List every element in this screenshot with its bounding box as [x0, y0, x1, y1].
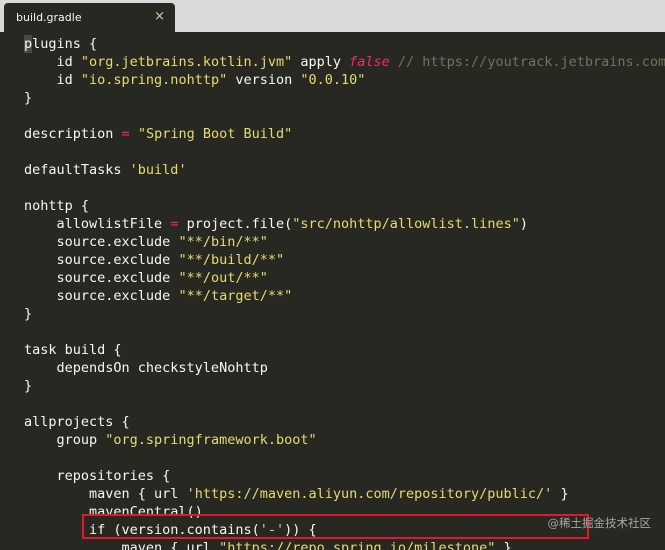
code-token: source.exclude	[24, 252, 179, 268]
code-token: defaultTasks	[24, 162, 130, 178]
code-line: nohttp {	[24, 197, 665, 215]
code-line: source.exclude "**/build/**"	[24, 251, 665, 269]
code-token: if (version.contains(	[24, 522, 260, 538]
code-token: nohttp {	[24, 198, 90, 214]
code-line: task build {	[24, 341, 665, 359]
code-token: }	[24, 306, 33, 322]
code-line: id "io.spring.nohttp" version "0.0.10"	[24, 71, 665, 89]
code-token: source.exclude	[24, 234, 179, 250]
code-token: "**/bin/**"	[178, 234, 268, 250]
code-token: '-'	[259, 522, 285, 538]
code-token: "Spring Boot Build"	[137, 126, 293, 142]
code-token: "org.springframework.boot"	[105, 432, 317, 448]
code-line: maven { url 'https://maven.aliyun.com/re…	[24, 485, 665, 503]
code-token: allprojects {	[24, 414, 130, 430]
code-token: id	[24, 72, 81, 88]
code-token: }	[24, 378, 33, 394]
code-line: allowlistFile = project.file("src/nohttp…	[24, 215, 665, 233]
code-token: "org.jetbrains.kotlin.jvm"	[80, 54, 293, 70]
code-token: allowlistFile	[24, 216, 171, 232]
code-token: }	[552, 486, 569, 502]
tab-build-gradle[interactable]: build.gradle ×	[4, 3, 175, 32]
tab-title: build.gradle	[16, 11, 82, 24]
code-token: }	[495, 540, 512, 550]
code-line: defaultTasks 'build'	[24, 161, 665, 179]
code-editor[interactable]: plugins { id "org.jetbrains.kotlin.jvm" …	[0, 32, 665, 550]
text-cursor: p	[24, 35, 33, 53]
code-token: project.file(	[178, 216, 293, 232]
code-line: source.exclude "**/target/**"	[24, 287, 665, 305]
code-line: repositories {	[24, 467, 665, 485]
code-token: version	[227, 72, 301, 88]
code-token: "https://repo.spring.io/milestone"	[219, 540, 496, 550]
code-token: "**/out/**"	[178, 270, 268, 286]
editor-window: build.gradle × plugins { id "org.jetbrai…	[0, 0, 665, 550]
code-token: )) {	[284, 522, 317, 538]
code-content: plugins { id "org.jetbrains.kotlin.jvm" …	[24, 35, 665, 550]
code-line: source.exclude "**/bin/**"	[24, 233, 665, 251]
code-token: mavenCentral()	[24, 504, 203, 520]
code-token: 'https://maven.aliyun.com/repository/pub…	[186, 486, 553, 502]
close-icon[interactable]: ×	[154, 9, 165, 25]
code-token: "src/nohttp/allowlist.lines"	[292, 216, 520, 232]
code-token: description	[24, 126, 122, 142]
code-token: source.exclude	[24, 270, 179, 286]
code-token: "**/build/**"	[178, 252, 285, 268]
code-token: "**/target/**"	[178, 288, 293, 304]
code-line: }	[24, 377, 665, 395]
code-line: description = "Spring Boot Build"	[24, 125, 665, 143]
code-token: dependsOn checkstyleNohttp	[24, 360, 268, 376]
code-line: }	[24, 305, 665, 323]
tab-bar: build.gradle ×	[0, 0, 665, 32]
code-line: dependsOn checkstyleNohttp	[24, 359, 665, 377]
code-line: group "org.springframework.boot"	[24, 431, 665, 449]
code-line: maven { url "https://repo.spring.io/mile…	[24, 539, 665, 550]
watermark: @稀土掘金技术社区	[547, 516, 652, 530]
code-token: lugins {	[32, 36, 98, 52]
code-line: plugins {	[24, 35, 665, 53]
code-token: }	[24, 90, 33, 106]
code-token: apply	[292, 54, 350, 70]
code-token: source.exclude	[24, 288, 179, 304]
code-token: group	[24, 432, 106, 448]
code-line: source.exclude "**/out/**"	[24, 269, 665, 287]
code-token: "io.spring.nohttp"	[80, 72, 228, 88]
code-token: 'build'	[129, 162, 187, 178]
code-token: maven { url	[24, 486, 187, 502]
editor-gutter	[0, 32, 18, 550]
code-token: =	[121, 126, 130, 142]
code-token: id	[24, 54, 81, 70]
code-token: task build {	[24, 342, 122, 358]
code-line: }	[24, 89, 665, 107]
code-token: false	[349, 54, 390, 70]
code-token: )	[519, 216, 528, 232]
code-line: id "org.jetbrains.kotlin.jvm" apply fals…	[24, 53, 665, 71]
code-line: allprojects {	[24, 413, 665, 431]
code-token: // https://youtrack.jetbrains.com/issue/…	[397, 54, 665, 70]
code-token: "0.0.10"	[300, 72, 366, 88]
code-token: repositories {	[24, 468, 171, 484]
code-token: maven { url	[24, 540, 220, 550]
